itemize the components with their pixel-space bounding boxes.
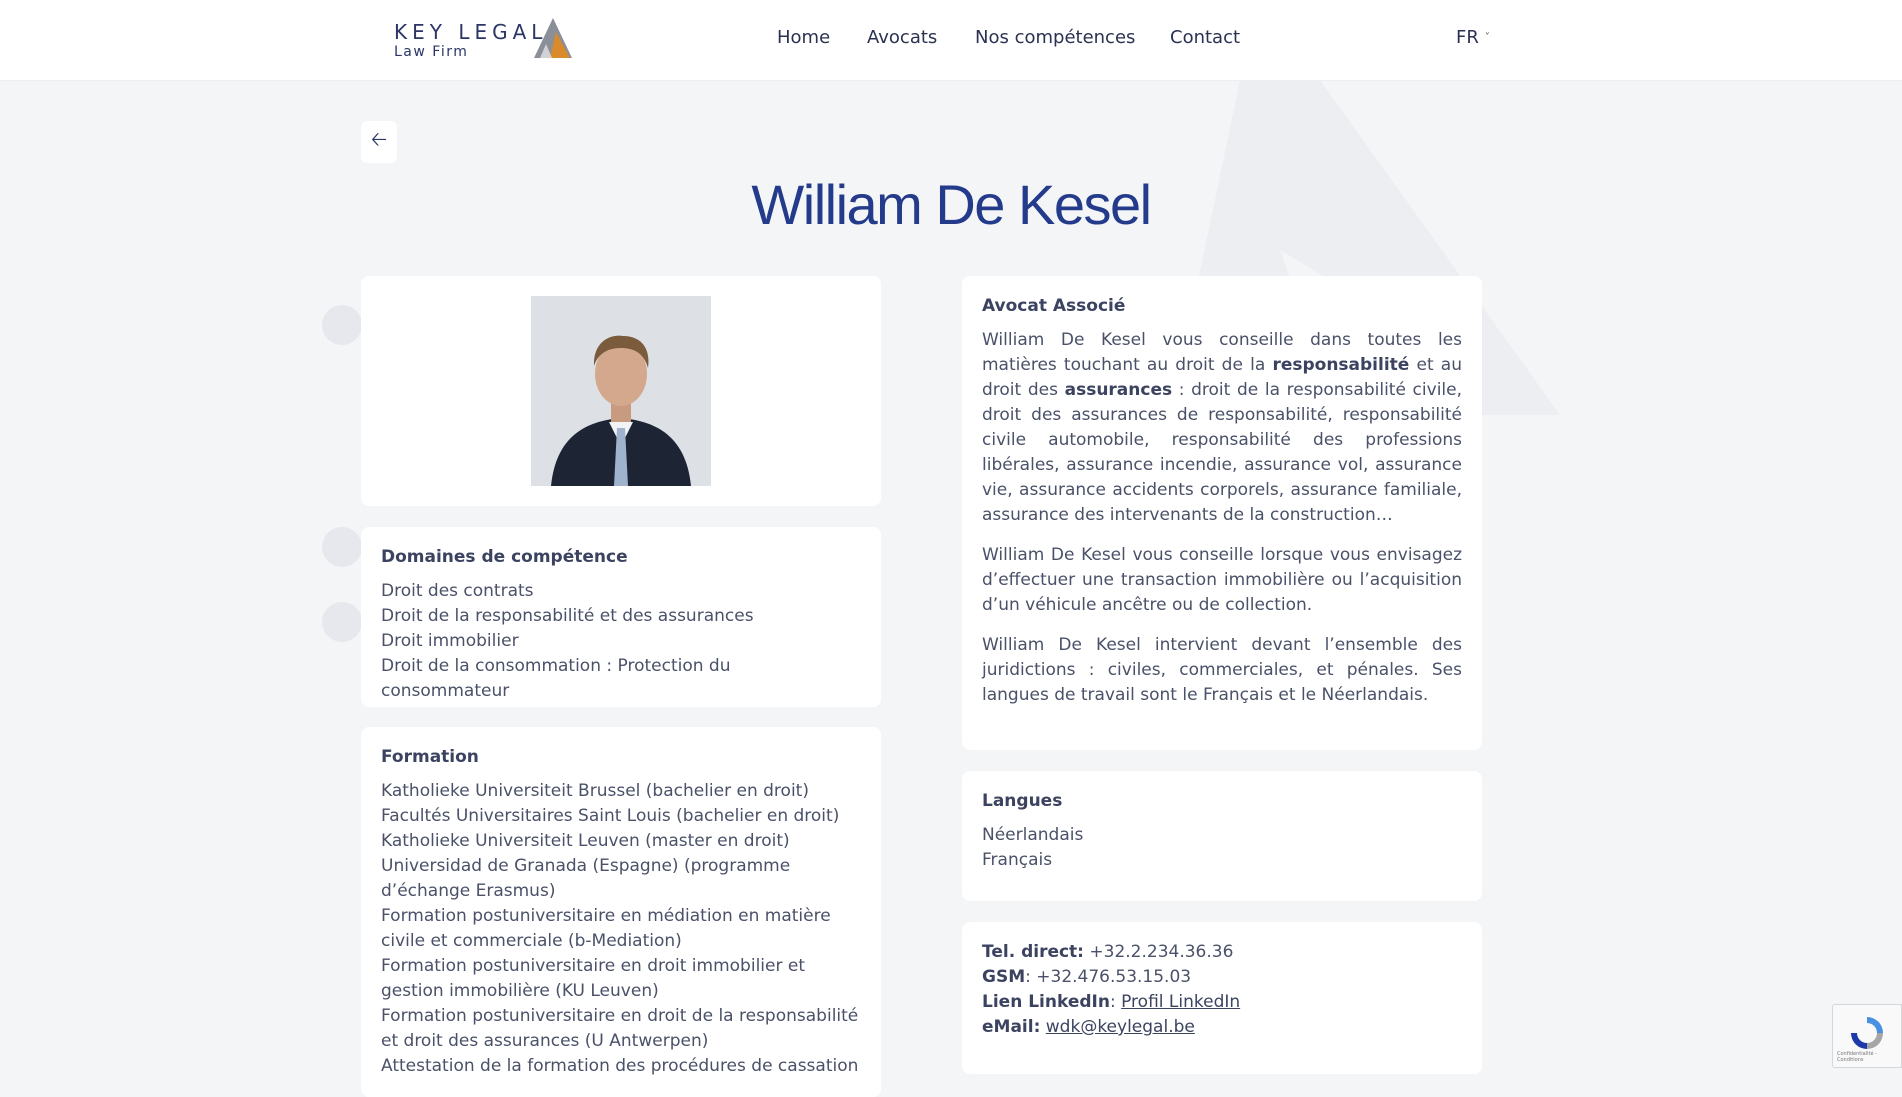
logo-triangle-icon [534, 18, 572, 58]
list-item: Droit immobilier [381, 631, 519, 651]
site-logo[interactable]: KEY LEGAL Law Firm [394, 18, 572, 60]
bio-paragraph: William De Kesel intervient devant l’ens… [982, 635, 1462, 705]
list-item: Facultés Universitaires Saint Louis (bac… [381, 806, 840, 826]
list-item: Formation postuniversitaire en médiation… [381, 906, 831, 951]
phone-value: +32.2.234.36.36 [1083, 942, 1234, 962]
chevron-down-icon: ˅ [1484, 32, 1490, 43]
linkedin-row: Lien LinkedIn: Profil LinkedIn [982, 990, 1462, 1015]
bio-bold: responsabilité [1272, 355, 1410, 375]
formation-heading: Formation [381, 747, 479, 767]
role-heading: Avocat Associé [982, 296, 1126, 316]
bio-paragraph: William De Kesel vous conseille lorsque … [982, 545, 1462, 615]
phone-row: Tel. direct: +32.2.234.36.36 [982, 940, 1462, 965]
bio-text: : droit de la responsabilité civile, dro… [982, 380, 1462, 525]
linkedin-label: Lien LinkedIn [982, 992, 1110, 1012]
page-title: William De Kesel [751, 173, 1152, 236]
linkedin-link[interactable]: Profil LinkedIn [1121, 992, 1240, 1012]
list-item: Universidad de Granada (Espagne) (progra… [381, 856, 791, 901]
bio-paragraph: William De Kesel vous conseille dans tou… [982, 328, 1462, 528]
nav-home[interactable]: Home [777, 27, 830, 48]
list-item: Formation postuniversitaire en droit de … [381, 1006, 859, 1051]
mobile-value: : +32.476.53.15.03 [1025, 967, 1192, 987]
list-item: Français [982, 850, 1053, 870]
top-navigation-bar: KEY LEGAL Law Firm Home Avocats Nos comp… [0, 0, 1902, 81]
nav-avocats[interactable]: Avocats [867, 27, 937, 48]
photo-card [361, 276, 881, 506]
logo-subtitle: Law Firm [394, 44, 469, 60]
bio-bold: assurances [1064, 380, 1173, 400]
logo-name: KEY LEGAL [394, 20, 548, 44]
email-label: eMail: [982, 1017, 1041, 1037]
list-item: Droit de la consommation : Protection du… [381, 656, 731, 701]
list-item: Néerlandais [982, 825, 1084, 845]
linkedin-sep: : [1109, 992, 1122, 1012]
nav-competences[interactable]: Nos compétences [975, 27, 1135, 48]
email-link[interactable]: wdk@keylegal.be [1046, 1017, 1195, 1037]
decor-dot [322, 602, 362, 642]
bio-card: Avocat Associé William De Kesel vous con… [962, 276, 1482, 750]
list-item: Attestation de la formation des procédur… [381, 1056, 859, 1076]
languages-heading: Langues [982, 791, 1063, 811]
mobile-row: GSM: +32.476.53.15.03 [982, 965, 1462, 990]
competences-card: Domaines de compétence Droit des contrat… [361, 527, 881, 707]
recaptcha-badge[interactable]: Confidentialité - Conditions [1832, 1004, 1902, 1068]
arrow-left-icon: 🡠 [370, 127, 388, 151]
email-row: eMail: wdk@keylegal.be [982, 1015, 1462, 1040]
language-selector[interactable]: FR ˅ [1456, 27, 1490, 48]
formation-card: Formation Katholieke Universiteit Brusse… [361, 727, 881, 1097]
contact-card: Tel. direct: +32.2.234.36.36 GSM: +32.47… [962, 922, 1482, 1074]
list-item: Formation postuniversitaire en droit imm… [381, 956, 805, 1001]
lawyer-portrait [531, 296, 711, 486]
list-item: Katholieke Universiteit Leuven (master e… [381, 831, 790, 851]
languages-card: Langues Néerlandais Français [962, 771, 1482, 901]
decor-dot [322, 305, 362, 345]
competences-heading: Domaines de compétence [381, 547, 628, 567]
nav-contact[interactable]: Contact [1170, 27, 1240, 48]
list-item: Droit des contrats [381, 581, 534, 601]
mobile-label: GSM [982, 967, 1026, 987]
recaptcha-terms[interactable]: Confidentialité - Conditions [1837, 1051, 1901, 1063]
language-current: FR [1456, 27, 1479, 48]
decor-dot [322, 527, 362, 567]
list-item: Droit de la responsabilité et des assura… [381, 606, 754, 626]
back-button[interactable]: 🡠 [361, 121, 397, 163]
phone-label: Tel. direct: [982, 942, 1084, 962]
list-item: Katholieke Universiteit Brussel (bacheli… [381, 781, 809, 801]
recaptcha-icon [1851, 1017, 1883, 1049]
